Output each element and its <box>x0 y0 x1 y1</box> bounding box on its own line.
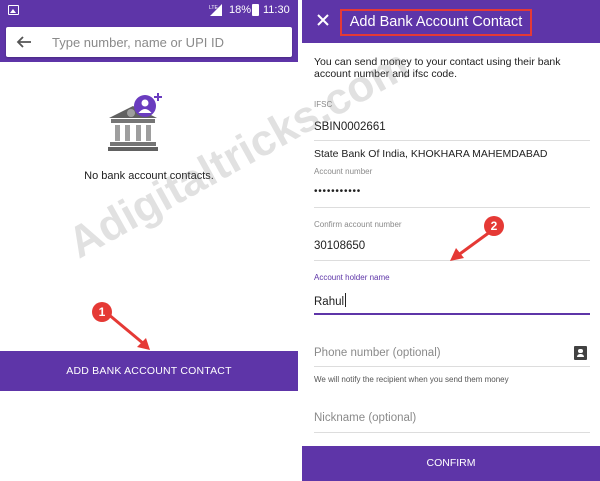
phone-number-field[interactable]: Phone number (optional) <box>314 347 441 359</box>
app-bar: Add Bank Account Contact <box>302 0 600 43</box>
account-holder-name-underline <box>314 313 590 315</box>
add-bank-account-contact-screen: Add Bank Account Contact You can send mo… <box>302 0 600 481</box>
ifsc-label: IFSC <box>314 100 333 109</box>
search-bar[interactable] <box>6 27 292 57</box>
empty-state-message: No bank account contacts. <box>84 170 214 182</box>
ifsc-field[interactable]: SBIN0002661 <box>314 121 386 133</box>
account-number-field[interactable]: • • • • • • • • • • • <box>314 186 360 197</box>
bank-add-contact-icon <box>108 93 162 151</box>
network-type-label: LTE <box>209 5 218 11</box>
confirm-account-number-field[interactable]: 30108650 <box>314 240 365 252</box>
account-number-underline <box>314 207 590 208</box>
nickname-field[interactable]: Nickname (optional) <box>314 412 416 424</box>
status-bar: LTE 18% 11:30 <box>0 0 298 20</box>
annotation-step-1-badge: 1 <box>92 302 112 322</box>
phone-helper-text: We will notify the recipient when you se… <box>314 375 509 384</box>
phone-number-underline <box>314 366 590 367</box>
account-holder-name-value: Rahul <box>314 296 345 308</box>
bank-branch-name: State Bank Of India, KHOKHARA MAHEMDABAD <box>314 148 548 160</box>
add-bank-account-contact-button[interactable]: ADD BANK ACCOUNT CONTACT <box>0 351 298 391</box>
contacts-screen: LTE 18% 11:30 No bank account contacts. … <box>0 0 298 481</box>
battery-icon <box>252 4 259 16</box>
text-cursor <box>345 293 347 307</box>
clock: 11:30 <box>263 4 290 16</box>
search-input[interactable] <box>52 33 282 51</box>
page-title: Add Bank Account Contact <box>340 9 532 36</box>
back-arrow-icon[interactable] <box>16 34 32 50</box>
signal-icon: LTE <box>209 4 222 16</box>
battery-percentage: 18% <box>229 4 252 16</box>
account-number-label: Account number <box>314 167 373 176</box>
contacts-book-icon[interactable] <box>574 346 587 360</box>
nickname-underline <box>314 432 590 433</box>
account-holder-name-field[interactable]: Rahul <box>314 293 347 308</box>
intro-text: You can send money to your contact using… <box>314 56 561 80</box>
confirm-button[interactable]: CONFIRM <box>302 446 600 481</box>
ifsc-underline <box>314 140 590 141</box>
image-notification-icon <box>8 5 19 15</box>
account-holder-name-label: Account holder name <box>314 273 390 282</box>
confirm-account-number-label: Confirm account number <box>314 220 402 229</box>
annotation-arrow-1 <box>107 312 150 350</box>
annotation-step-2-badge: 2 <box>484 216 504 236</box>
close-icon[interactable] <box>314 11 332 29</box>
